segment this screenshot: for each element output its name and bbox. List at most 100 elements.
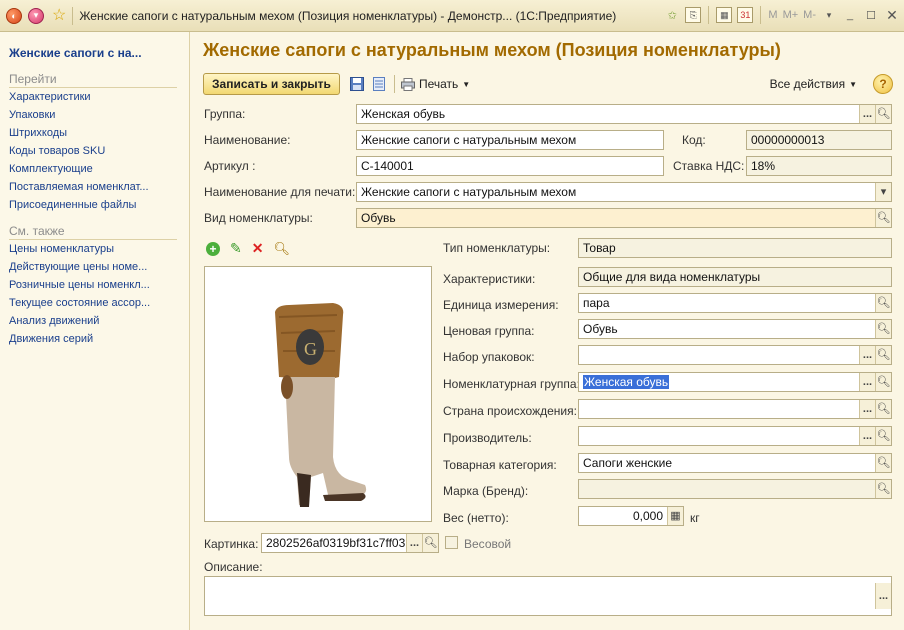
edit-pencil-icon[interactable]: ✎	[230, 240, 242, 257]
nav-item-barcodes[interactable]: Штрихкоды	[9, 124, 181, 142]
nom-group-search-icon[interactable]: 🔍︎	[875, 373, 891, 391]
vat-field[interactable]: 18%	[746, 156, 892, 176]
brand-label: Марка (Бренд):	[443, 484, 529, 498]
picture-label: Картинка:	[204, 537, 259, 551]
weight-unit: кг	[690, 511, 700, 525]
group-search-icon[interactable]: 🔍︎	[875, 105, 891, 123]
article-field[interactable]: С-140001	[356, 156, 664, 176]
calendar-icon[interactable]: 31	[737, 7, 754, 23]
unit-value: пара	[583, 296, 610, 310]
description-label: Описание:	[204, 560, 263, 574]
printer-icon	[400, 77, 415, 91]
code-field[interactable]: 00000000013	[746, 130, 892, 150]
nav-item-components[interactable]: Комплектующие	[9, 160, 181, 178]
document-icon[interactable]	[370, 75, 388, 93]
pack-set-select-button[interactable]: ...	[859, 346, 875, 364]
nav-item-movement-analysis[interactable]: Анализ движений	[9, 312, 181, 330]
maximize-icon[interactable]: ☐	[863, 7, 879, 23]
category-search-icon[interactable]: 🔍︎	[875, 454, 891, 472]
chevron-down-icon: ▼	[849, 79, 857, 89]
weight-field[interactable]: 0,000 ▦	[578, 506, 684, 526]
delete-icon[interactable]: ✕	[252, 240, 264, 257]
maker-field[interactable]: ... 🔍︎	[578, 426, 892, 446]
type-field[interactable]: Товар	[578, 238, 892, 258]
kind-label: Вид номенклатуры:	[204, 211, 313, 225]
nav-item-assortment-state[interactable]: Текущее состояние ассор...	[9, 294, 181, 312]
save-icon[interactable]	[348, 75, 366, 93]
view-search-icon[interactable]: 🔍︎	[273, 241, 290, 257]
unit-search-icon[interactable]: 🔍︎	[875, 294, 891, 312]
help-button[interactable]: ?	[873, 74, 893, 94]
country-search-icon[interactable]: 🔍︎	[875, 400, 891, 418]
dropdown-arrow-icon[interactable]: ▾	[821, 7, 837, 23]
app-logo-icon[interactable]: ◐	[6, 7, 22, 24]
brand-field[interactable]: 🔍︎	[578, 479, 892, 499]
nav-item-sku-codes[interactable]: Коды товаров SKU	[9, 142, 181, 160]
titlebar-separator	[760, 6, 762, 24]
memory-plus-button[interactable]: M+	[783, 9, 799, 21]
main-menu-icon[interactable]: ▾	[28, 7, 44, 24]
all-actions-button[interactable]: Все действия ▼	[770, 77, 857, 91]
print-name-field[interactable]: Женские сапоги с натуральным мехом ▾	[356, 182, 892, 202]
nav-item-item-prices[interactable]: Цены номенклатуры	[9, 240, 181, 258]
country-select-button[interactable]: ...	[859, 400, 875, 418]
group-select-button[interactable]: ...	[859, 105, 875, 123]
add-icon[interactable]: +	[206, 241, 220, 256]
country-field[interactable]: ... 🔍︎	[578, 399, 892, 419]
maker-select-button[interactable]: ...	[859, 427, 875, 445]
minimize-icon[interactable]: _	[842, 7, 858, 23]
nav-item-supplied-items[interactable]: Поставляемая номенклат...	[9, 178, 181, 196]
print-button-label: Печать	[418, 77, 459, 91]
memory-button[interactable]: M	[768, 9, 777, 21]
page-title: Женские сапоги с натуральным мехом (Пози…	[203, 40, 781, 60]
calculator-icon[interactable]: ▦	[667, 507, 683, 525]
calculator-icon[interactable]: ▦	[716, 7, 733, 23]
group-field[interactable]: Женская обувь ... 🔍︎	[356, 104, 892, 124]
price-group-field[interactable]: Обувь 🔍︎	[578, 319, 892, 339]
nav-goto-header: Перейти	[9, 72, 177, 88]
description-field[interactable]: ...	[204, 576, 892, 616]
print-button[interactable]: Печать ▼	[400, 77, 470, 91]
name-field[interactable]: Женские сапоги с натуральным мехом	[356, 130, 664, 150]
category-value: Сапоги женские	[583, 456, 673, 470]
picture-value: 2802526af0319bf31c7ff03	[266, 536, 406, 550]
add-to-favorites-icon[interactable]: ✩	[664, 7, 680, 23]
nav-item-current-prices[interactable]: Действующие цены номе...	[9, 258, 181, 276]
close-icon[interactable]: ✕	[884, 7, 900, 23]
description-edit-button[interactable]: ...	[875, 583, 891, 609]
window-title: Женские сапоги с натуральным мехом (Пози…	[79, 8, 617, 23]
print-name-dropdown-icon[interactable]: ▾	[875, 183, 891, 201]
chars-field[interactable]: Общие для вида номенклатуры	[578, 267, 892, 287]
nav-item-retail-prices[interactable]: Розничные цены номенкл...	[9, 276, 181, 294]
nom-group-field[interactable]: Женская обувь ... 🔍︎	[578, 372, 892, 392]
category-field[interactable]: Сапоги женские 🔍︎	[578, 453, 892, 473]
weight-label: Вес (нетто):	[443, 511, 509, 525]
unit-field[interactable]: пара 🔍︎	[578, 293, 892, 313]
favorites-star-icon[interactable]: ☆	[52, 7, 66, 24]
price-group-search-icon[interactable]: 🔍︎	[875, 320, 891, 338]
memory-minus-button[interactable]: M-	[803, 9, 816, 21]
picture-select-button[interactable]: ...	[406, 534, 422, 552]
navigation-panel: Женские сапоги с на... Перейти Характери…	[0, 32, 190, 630]
nom-group-select-button[interactable]: ...	[859, 373, 875, 391]
save-and-close-button[interactable]: Записать и закрыть	[203, 73, 340, 95]
pack-set-search-icon[interactable]: 🔍︎	[875, 346, 891, 364]
picture-search-icon[interactable]: 🔍︎	[422, 534, 438, 552]
nav-item-characteristics[interactable]: Характеристики	[9, 88, 181, 106]
maker-search-icon[interactable]: 🔍︎	[875, 427, 891, 445]
pack-set-label: Набор упаковок:	[443, 350, 535, 364]
nav-item-packages[interactable]: Упаковки	[9, 106, 181, 124]
brand-search-icon[interactable]: 🔍︎	[875, 480, 891, 498]
nav-item-attached-files[interactable]: Присоединенные файлы	[9, 196, 181, 214]
picture-field[interactable]: 2802526af0319bf31c7ff03 ... 🔍︎	[261, 533, 439, 553]
kind-search-icon[interactable]: 🔍︎	[875, 209, 891, 227]
weighable-label: Весовой	[464, 537, 512, 551]
pack-set-field[interactable]: ... 🔍︎	[578, 345, 892, 365]
nav-item-series-movements[interactable]: Движения серий	[9, 330, 181, 348]
nav-object-title[interactable]: Женские сапоги с на...	[9, 46, 189, 62]
print-name-value: Женские сапоги с натуральным мехом	[361, 185, 577, 199]
weighable-checkbox[interactable]	[445, 536, 458, 549]
kind-field[interactable]: Обувь 🔍︎	[356, 208, 892, 228]
titlebar-separator	[708, 6, 710, 24]
link-icon[interactable]: ⎘	[685, 7, 702, 23]
